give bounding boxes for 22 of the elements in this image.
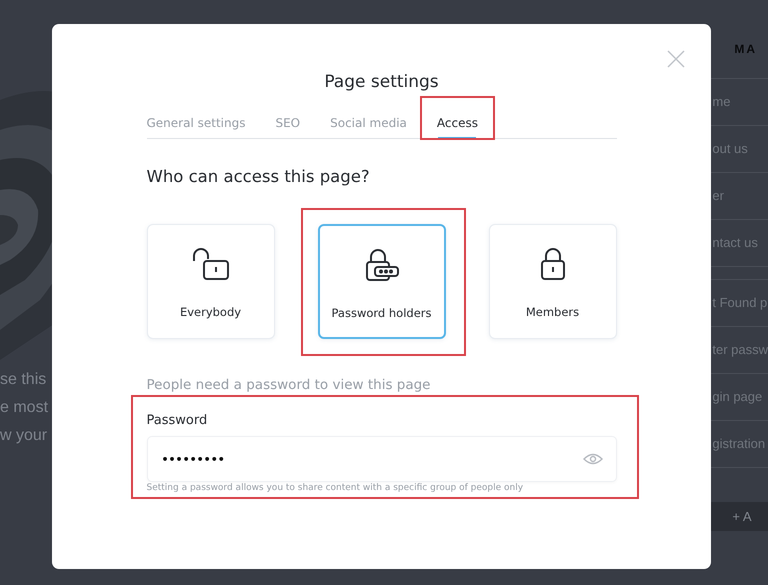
helper-text: Setting a password allows you to share content with a specific group of people only [146, 483, 524, 493]
section-heading: Who can access this page? [146, 167, 371, 186]
tab[interactable]: Access [436, 108, 478, 138]
access-option-card[interactable]: Members [488, 224, 616, 339]
close-icon[interactable] [667, 50, 685, 68]
field-label: Password [146, 413, 208, 428]
background-text: se this [0, 370, 46, 390]
hint-text: People need a password to view this page [146, 377, 432, 393]
padlock-icon [538, 247, 566, 281]
tab[interactable]: General settings [146, 108, 246, 138]
tab[interactable]: Social media [330, 108, 407, 138]
background-text: w your [0, 426, 48, 446]
access-option-card[interactable]: Password holders [318, 224, 446, 339]
padlock-password-icon [364, 248, 400, 282]
dialog-title: Page settings [324, 72, 439, 92]
password-field[interactable]: ••••••••• [146, 436, 616, 482]
menu-heading: MA [734, 42, 758, 58]
background-text: e most [0, 398, 48, 418]
tab[interactable]: SEO [275, 108, 300, 138]
unlocked-padlock-icon [192, 247, 230, 281]
access-option-card[interactable]: Everybody [146, 224, 274, 339]
eye-icon[interactable] [582, 453, 602, 465]
